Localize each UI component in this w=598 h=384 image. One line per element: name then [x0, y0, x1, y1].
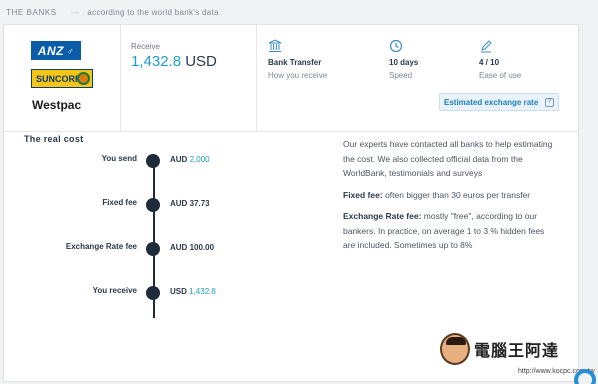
timeline-dot [146, 154, 160, 168]
cost-row-value: 37.73 [189, 199, 210, 208]
exchange-fee-title: Exchange Rate fee: [343, 211, 422, 221]
help-icon[interactable]: ? [545, 97, 554, 107]
suncorp-logo: SUNCORP [31, 69, 93, 88]
suncorp-logo-text: SUNCORP [36, 73, 82, 84]
cost-row-label: Exchange Rate fee [65, 242, 137, 251]
mascot-face-icon [440, 333, 470, 365]
cost-row-value: 1,432.8 [189, 287, 216, 296]
receive-summary: Receive 1,432.8 USD [121, 25, 257, 132]
section-subtitle: according to the world bank's data [87, 7, 219, 17]
sun-icon [77, 72, 90, 85]
cost-row-amount: AUD 2,000 [170, 155, 210, 164]
cost-row-value: 100.00 [189, 243, 215, 252]
cost-row-amount: AUD 37.73 [170, 199, 210, 208]
westpac-logo: Westpac [32, 98, 81, 112]
receive-label: Receive [131, 42, 160, 51]
card-summary: ANZ ♂ SUNCORP Westpac Receive 1,432.8 US… [4, 25, 578, 132]
cost-row-label: You send [101, 154, 137, 163]
cost-row-amount: USD 1,432.8 [170, 287, 216, 296]
speed-label: Speed [389, 71, 413, 80]
estimated-rate-button[interactable]: Estimated exchange rate ? [439, 93, 559, 111]
fixed-fee-text: often bigger than 30 euros per transfer [385, 189, 531, 200]
top-bar: THE BANKS — according to the world bank'… [0, 0, 598, 24]
cost-explanation: Our experts have contacted all banks to … [343, 137, 558, 260]
stat-speed: 10 days Speed [389, 39, 418, 80]
timeline-dot [146, 198, 160, 212]
speed-value: 10 days [389, 58, 419, 67]
timeline-dot [146, 242, 160, 256]
stat-ease: 4 / 10 Ease of use [479, 39, 521, 80]
title-separator: — [70, 7, 80, 17]
cost-row-receive: You receive USD 1,432.8 [0, 286, 340, 300]
explanation-fixed-fee: Fixed fee: often bigger than 30 euros pe… [343, 188, 558, 203]
chat-bubble-icon[interactable] [574, 369, 596, 384]
bank-logos: ANZ ♂ SUNCORP Westpac [4, 25, 121, 132]
cost-row-send: You send AUD 2,000 [0, 154, 340, 168]
receive-number: 1,432.8 [131, 53, 182, 70]
estimated-rate-label: Estimated exchange rate [444, 97, 539, 107]
pen-icon [481, 40, 492, 53]
timeline-dot [146, 286, 160, 300]
cost-row-currency: USD [170, 287, 187, 296]
receive-currency: USD [185, 53, 217, 70]
cost-row-currency: AUD [170, 155, 188, 164]
cost-row-currency: AUD [170, 199, 188, 208]
stat-transfer: Bank Transfer How you receive [268, 39, 327, 80]
ease-label: Ease of use [479, 71, 522, 80]
ease-value: 4 / 10 [479, 58, 500, 67]
anz-logo: ANZ ♂ [31, 41, 81, 60]
fixed-fee-title: Fixed fee: [343, 189, 383, 200]
cost-row-value: 2,000 [189, 155, 210, 164]
cost-row-fixed-fee: Fixed fee AUD 37.73 [0, 198, 340, 212]
site-watermark: 電腦王阿達 [440, 333, 559, 365]
anz-figure-icon: ♂ [66, 45, 75, 56]
cost-row-exchange-fee: Exchange Rate fee AUD 100.00 [0, 242, 340, 256]
receive-amount: 1,432.8 USD [131, 53, 217, 70]
cost-row-label: Fixed fee [102, 198, 137, 207]
section-title: THE BANKS [6, 7, 57, 17]
real-cost-title: The real cost [24, 134, 84, 144]
westpac-logo-text: Westpac [32, 98, 82, 112]
bank-icon [268, 39, 282, 52]
cost-row-amount: AUD 100.00 [170, 243, 214, 252]
explanation-exchange-fee: Exchange Rate fee: mostly "free", accord… [343, 209, 558, 253]
watermark-text: 電腦王阿達 [474, 343, 560, 360]
clock-icon [389, 39, 403, 53]
transfer-label: How you receive [268, 71, 328, 80]
anz-logo-text: ANZ [37, 43, 64, 58]
explanation-intro: Our experts have contacted all banks to … [343, 139, 553, 178]
cost-row-label: You receive [92, 286, 137, 295]
cost-row-currency: AUD [170, 243, 188, 252]
transfer-value: Bank Transfer [268, 58, 322, 67]
